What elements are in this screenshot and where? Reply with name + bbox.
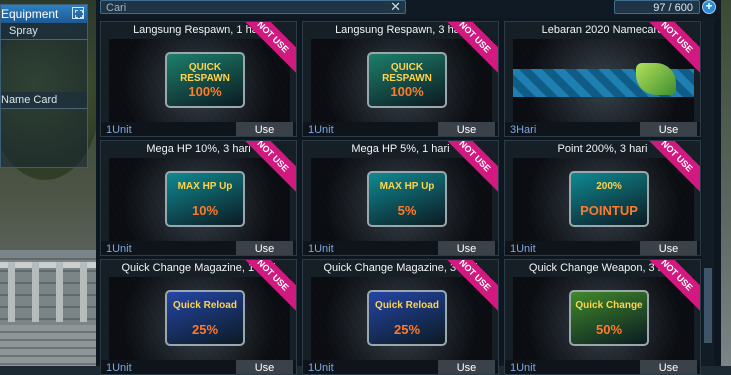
item-card[interactable]: Langsung Respawn, 3 hari QUICK RESPAWN 100… (302, 21, 499, 137)
expand-icon[interactable] (72, 7, 84, 19)
item-image: Quick Change 50% (513, 277, 694, 361)
item-art-label: Quick Reload (173, 300, 237, 311)
item-icon: QUICK RESPAWN 100% (165, 52, 245, 108)
item-art-label: Quick Change (575, 300, 643, 311)
game-scene-background: Equipment Spray Name Card (0, 0, 96, 366)
item-quantity: 3Hari (510, 124, 537, 136)
equipment-row-spray[interactable]: Spray (1, 23, 87, 40)
equipment-row-name-card[interactable]: Name Card (1, 92, 87, 109)
item-quantity: 1Unit (106, 362, 132, 374)
item-quantity: 1Unit (308, 362, 334, 374)
game-scene-right-edge (721, 0, 731, 366)
item-card[interactable]: Mega HP 10%, 3 hari MAX HP Up 10% NOT USE 1U… (100, 140, 297, 256)
item-art-label: QUICK RESPAWN (382, 62, 432, 84)
item-image: MAX HP Up 10% (109, 158, 290, 242)
scrollbar-thumb[interactable] (704, 268, 712, 343)
item-image: 200% POINTUP (513, 158, 694, 242)
item-card[interactable]: Quick Change Weapon, 3 hari Quick Change 5… (504, 259, 701, 375)
close-icon[interactable]: ✕ (390, 0, 401, 14)
item-art-value: 100% (188, 84, 222, 99)
rail-pillar (8, 262, 15, 322)
stairs (0, 325, 96, 366)
item-card[interactable]: Quick Change Magazine, 1 hari Quick Reloa… (100, 259, 297, 375)
item-image: MAX HP Up 5% (311, 158, 492, 242)
item-image: QUICK RESPAWN 100% (311, 39, 492, 123)
plus-circle-icon[interactable]: + (702, 0, 716, 14)
item-footer: 1Unit Use (505, 360, 700, 374)
item-icon: Quick Reload 25% (367, 290, 447, 346)
item-quantity: 1Unit (106, 243, 132, 255)
item-image: Quick Reload 25% (311, 277, 492, 361)
namecard-leaf-icon (636, 63, 676, 95)
item-icon: MAX HP Up 10% (165, 171, 245, 227)
item-image (513, 39, 694, 123)
item-footer: 1Unit Use (101, 360, 296, 374)
use-button[interactable]: Use (236, 122, 293, 136)
item-art-label: MAX HP Up (379, 181, 435, 192)
item-icon: Quick Reload 25% (165, 290, 245, 346)
item-card[interactable]: Mega HP 5%, 1 hari MAX HP Up 5% NOT USE 1Uni… (302, 140, 499, 256)
item-icon: QUICK RESPAWN 100% (367, 52, 447, 108)
inventory-toolbar: Cari ✕ 97 / 600 + (96, 0, 721, 18)
item-card[interactable]: Point 200%, 3 hari 200% POINTUP NOT USE 1Uni… (504, 140, 701, 256)
item-art-value: 25% (393, 322, 421, 337)
item-footer: 1Unit Use (101, 122, 296, 136)
search-placeholder: Cari (106, 2, 127, 14)
rail-pillar (56, 262, 63, 322)
inventory-window: Cari ✕ 97 / 600 + Langsung Respawn, 1 ha… (96, 0, 721, 375)
rail-pillar (80, 262, 87, 322)
use-button[interactable]: Use (438, 241, 495, 255)
item-quantity: 1Unit (308, 243, 334, 255)
item-art-value: 5% (397, 203, 417, 218)
item-quantity: 1Unit (510, 362, 536, 374)
equipment-panel: Equipment Spray Name Card (0, 4, 88, 168)
use-button[interactable]: Use (438, 122, 495, 136)
item-icon: MAX HP Up 5% (367, 171, 447, 227)
item-image: QUICK RESPAWN 100% (109, 39, 290, 123)
item-icon: Quick Change 50% (569, 290, 649, 346)
item-art-value: 50% (595, 322, 623, 337)
item-art-label: 200% (596, 181, 622, 192)
item-art-label: QUICK RESPAWN (180, 62, 230, 84)
item-counter: 97 / 600 (614, 0, 700, 14)
item-card[interactable]: Quick Change Magazine, 3 hari Quick Reloa… (302, 259, 499, 375)
item-art-label: Quick Reload (375, 300, 439, 311)
use-button[interactable]: Use (236, 241, 293, 255)
item-footer: 1Unit Use (505, 241, 700, 255)
equipment-title-bar[interactable]: Equipment (1, 5, 87, 23)
item-card[interactable]: Langsung Respawn, 1 hari QUICK RESPAWN 100… (100, 21, 297, 137)
rail-pillar (32, 262, 39, 322)
item-quantity: 1Unit (308, 124, 334, 136)
equipment-title: Equipment (1, 7, 59, 21)
item-art-value: POINTUP (580, 203, 638, 218)
use-button[interactable]: Use (640, 360, 697, 374)
use-button[interactable]: Use (640, 122, 697, 136)
item-icon: 200% POINTUP (569, 171, 649, 227)
use-button[interactable]: Use (236, 360, 293, 374)
scrollbar[interactable] (702, 18, 714, 366)
item-footer: 3Hari Use (505, 122, 700, 136)
item-footer: 1Unit Use (303, 360, 498, 374)
search-input[interactable]: Cari ✕ (100, 0, 406, 14)
item-footer: 1Unit Use (303, 122, 498, 136)
item-art-value: 10% (191, 203, 219, 218)
item-grid: Langsung Respawn, 1 hari QUICK RESPAWN 100… (96, 18, 701, 375)
item-card[interactable]: Lebaran 2020 Namecard NOT USE 3Hari Use (504, 21, 701, 137)
item-art-label: MAX HP Up (177, 181, 233, 192)
use-button[interactable]: Use (438, 360, 495, 374)
item-footer: 1Unit Use (303, 241, 498, 255)
item-art-value: 25% (191, 322, 219, 337)
item-art-value: 100% (390, 84, 424, 99)
use-button[interactable]: Use (640, 241, 697, 255)
item-image: Quick Reload 25% (109, 277, 290, 361)
item-quantity: 1Unit (510, 243, 536, 255)
item-footer: 1Unit Use (101, 241, 296, 255)
item-quantity: 1Unit (106, 124, 132, 136)
